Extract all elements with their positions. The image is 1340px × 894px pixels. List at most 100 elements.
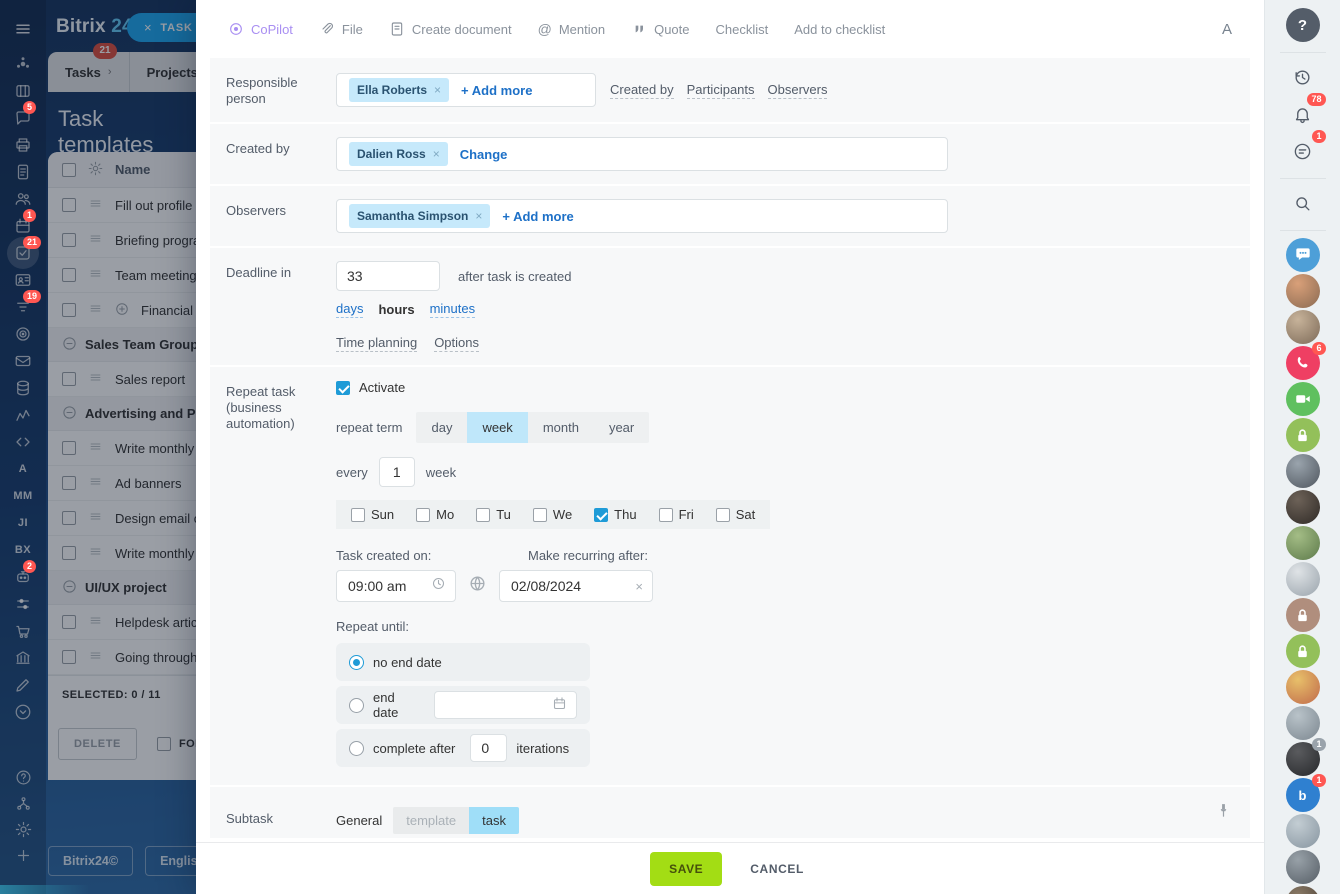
created-by-input[interactable]: Dalien Ross× Change <box>336 137 948 171</box>
weekday-fri[interactable]: Fri <box>659 507 694 522</box>
avatar[interactable] <box>1286 526 1320 560</box>
link-options[interactable]: Options <box>434 335 479 352</box>
activate-toggle[interactable]: Activate <box>336 380 1234 395</box>
help-icon[interactable]: ? <box>1286 8 1320 42</box>
radio-end-date[interactable] <box>349 698 364 713</box>
toolbar-add-to-checklist[interactable]: Add to checklist <box>794 22 885 37</box>
bell-icon[interactable]: 78 <box>1286 97 1320 131</box>
badge-count: 78 <box>1307 93 1325 106</box>
task-created-on-label: Task created on: <box>336 548 492 563</box>
lock-icon[interactable] <box>1286 598 1320 632</box>
time-input[interactable] <box>336 570 456 602</box>
weekday-sat[interactable]: Sat <box>716 507 756 522</box>
remove-chip-icon[interactable]: × <box>433 147 440 161</box>
radio-complete-after[interactable] <box>349 741 364 756</box>
date-value[interactable] <box>509 577 627 595</box>
search-icon[interactable] <box>1286 186 1320 220</box>
avatar[interactable] <box>1286 706 1320 740</box>
avatar[interactable] <box>1286 850 1320 884</box>
avatar[interactable] <box>1286 490 1320 524</box>
quick-link-participants[interactable]: Participants <box>687 82 755 99</box>
term-day[interactable]: day <box>416 412 467 443</box>
toolbar-create-document[interactable]: Create document <box>389 21 512 37</box>
quick-link-observers[interactable]: Observers <box>768 82 828 99</box>
lock-icon[interactable] <box>1286 418 1320 452</box>
weekday-thu[interactable]: Thu <box>594 507 636 522</box>
complete-after-option[interactable]: complete after iterations <box>336 729 590 767</box>
term-year[interactable]: year <box>594 412 649 443</box>
no-end-date-option[interactable]: no end date <box>336 643 590 681</box>
toolbar-quote[interactable]: Quote <box>631 21 689 37</box>
toolbar-file[interactable]: File <box>319 21 363 37</box>
end-date-value[interactable] <box>444 696 544 714</box>
user-chip[interactable]: Dalien Ross× <box>349 142 448 166</box>
deadline-value-input[interactable] <box>336 261 440 291</box>
toolbar-mention[interactable]: @Mention <box>538 22 605 37</box>
avatar[interactable]: 1 <box>1286 742 1320 776</box>
weekday-checkbox[interactable] <box>716 508 730 522</box>
deadline-unit-days[interactable]: days <box>336 301 363 318</box>
toolbar-copilot[interactable]: CoPilot <box>228 21 293 37</box>
iterations-input[interactable] <box>470 734 507 762</box>
user-chip[interactable]: Ella Roberts× <box>349 78 449 102</box>
toolbar-checklist[interactable]: Checklist <box>716 22 769 37</box>
timezone-globe-icon[interactable] <box>468 574 487 598</box>
segment-task[interactable]: task <box>469 807 519 834</box>
weekday-we[interactable]: We <box>533 507 572 522</box>
weekday-mo[interactable]: Mo <box>416 507 454 522</box>
weekday-checkbox[interactable] <box>476 508 490 522</box>
recurring-date-input[interactable]: × <box>499 570 653 602</box>
remove-chip-icon[interactable]: × <box>475 209 482 223</box>
term-week[interactable]: week <box>467 412 527 443</box>
weekday-tu[interactable]: Tu <box>476 507 511 522</box>
link-time-planning[interactable]: Time planning <box>336 335 417 352</box>
weekday-checkbox[interactable] <box>533 508 547 522</box>
weekday-label: Mo <box>436 507 454 522</box>
change-link[interactable]: Change <box>460 147 508 162</box>
avatar[interactable] <box>1286 562 1320 596</box>
every-value-input[interactable] <box>379 457 415 487</box>
field-label: Deadline in <box>210 248 336 365</box>
deadline-unit-minutes[interactable]: minutes <box>430 301 476 318</box>
weekday-checkbox[interactable] <box>594 508 608 522</box>
add-more-link[interactable]: + Add more <box>502 209 573 224</box>
responsible-input[interactable]: Ella Roberts× + Add more <box>336 73 596 107</box>
segment-template[interactable]: template <box>393 807 469 834</box>
add-more-link[interactable]: + Add more <box>461 83 532 98</box>
history-icon[interactable] <box>1286 60 1320 94</box>
avatar[interactable] <box>1286 814 1320 848</box>
term-month[interactable]: month <box>528 412 594 443</box>
deadline-unit-hours[interactable]: hours <box>378 302 414 317</box>
end-date-option[interactable]: end date <box>336 686 590 724</box>
lock-icon[interactable] <box>1286 634 1320 668</box>
avatar[interactable] <box>1286 310 1320 344</box>
pin-icon[interactable] <box>1215 802 1232 824</box>
group-chat-icon[interactable] <box>1286 238 1320 272</box>
phone-icon[interactable]: 6 <box>1286 346 1320 380</box>
font-size-button[interactable]: A <box>1222 21 1232 38</box>
weekday-checkbox[interactable] <box>659 508 673 522</box>
time-value[interactable] <box>346 577 423 595</box>
app-icon[interactable]: b1 <box>1286 778 1320 812</box>
avatar[interactable] <box>1286 670 1320 704</box>
avatar[interactable] <box>1286 274 1320 308</box>
quick-link-created-by[interactable]: Created by <box>610 82 674 99</box>
activate-checkbox[interactable] <box>336 381 350 395</box>
user-chip[interactable]: Samantha Simpson× <box>349 204 490 228</box>
remove-chip-icon[interactable]: × <box>434 83 441 97</box>
weekday-checkbox[interactable] <box>351 508 365 522</box>
video-icon[interactable] <box>1286 382 1320 416</box>
chat-lines-icon[interactable]: 1 <box>1286 134 1320 168</box>
weekday-sun[interactable]: Sun <box>351 507 394 522</box>
observers-input[interactable]: Samantha Simpson× + Add more <box>336 199 948 233</box>
radio-no-end-date[interactable] <box>349 655 364 670</box>
end-date-input[interactable] <box>434 691 577 719</box>
weekday-checkbox[interactable] <box>416 508 430 522</box>
avatar[interactable] <box>1286 454 1320 488</box>
cancel-button[interactable]: CANCEL <box>744 861 810 877</box>
weekday-label: Fri <box>679 507 694 522</box>
save-button[interactable]: SAVE <box>650 852 722 886</box>
calendar-icon[interactable] <box>552 696 567 714</box>
clear-date-icon[interactable]: × <box>635 579 643 594</box>
avatar[interactable] <box>1286 886 1320 894</box>
